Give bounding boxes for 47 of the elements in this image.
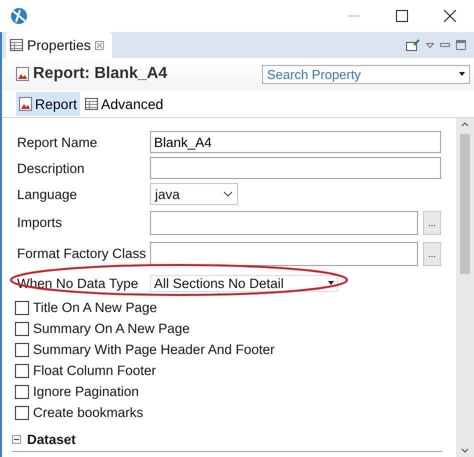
field-label: Imports [17,215,64,230]
scrollbar-thumb[interactable] [460,134,470,274]
text-field[interactable]: Blank_A4 [150,131,441,153]
table-icon [10,39,23,51]
minimize-icon[interactable] [440,43,450,47]
checkbox-label: Ignore Pagination [33,384,139,399]
field-label: Report Name [17,134,98,150]
checkbox[interactable] [15,364,29,378]
view-menu-icon[interactable] [426,42,434,48]
dropdown[interactable]: All Sections No Detail [150,274,338,292]
checkbox[interactable] [15,342,29,356]
section-title: Dataset [27,432,76,447]
browse-button[interactable]: ... [423,210,441,234]
close-icon[interactable] [444,10,456,22]
collapse-icon[interactable] [12,435,21,444]
caret-icon [328,281,334,285]
report-icon [19,96,32,110]
table-icon [85,98,98,110]
report-icon [16,67,29,81]
checkbox[interactable] [15,384,29,398]
search-combobox[interactable]: Search Property [262,64,470,84]
chevron-icon [223,191,233,197]
properties-tab[interactable]: Properties [6,32,112,58]
field-label: Format Factory Class [17,246,148,261]
section-tab[interactable]: Report [16,92,80,116]
text-field[interactable] [150,242,418,266]
checkbox-label: Float Column Footer [33,363,156,378]
field-label: Description [17,160,86,176]
checkbox-label: Title On A New Page [33,300,158,315]
checkbox-label: Create bookmarks [33,405,144,420]
text-field[interactable] [150,210,418,234]
checkbox-label: Summary With Page Header And Footer [33,342,275,357]
checkbox[interactable] [15,406,29,420]
caret-icon [459,72,465,76]
section-tab[interactable]: Advanced [82,92,166,116]
language-dropdown[interactable]: java [150,183,238,205]
scrollbar[interactable] [456,118,474,457]
report-title: Report: Blank_A4 [33,65,168,83]
checkbox-label: Summary On A New Page [33,321,190,336]
pin-icon[interactable] [406,39,420,51]
app-logo-icon [10,7,28,25]
checkbox[interactable] [15,322,29,336]
checkbox[interactable] [15,300,29,314]
text-field[interactable] [150,157,441,179]
browse-button[interactable]: ... [423,242,441,266]
field-label: Language [17,186,78,202]
maximize-icon[interactable] [396,10,408,22]
